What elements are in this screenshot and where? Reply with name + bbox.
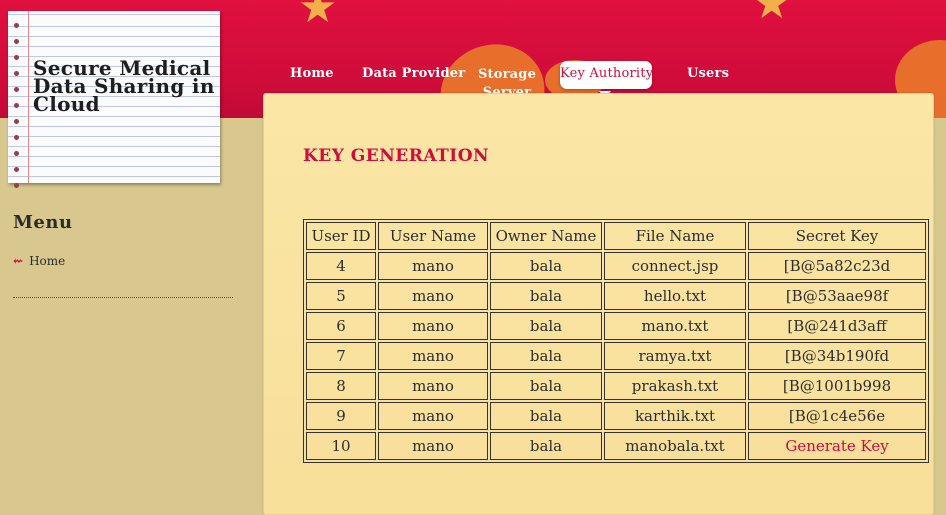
cell-user-id: 6: [306, 312, 376, 340]
sidebar-heading: Menu: [13, 212, 73, 233]
cell-file-name: ramya.txt: [604, 342, 746, 370]
cell-user-name: mano: [378, 252, 488, 280]
nav-home[interactable]: Home: [290, 66, 334, 81]
cell-secret-key: [B@1c4e56e: [748, 402, 926, 430]
cell-owner-name: bala: [490, 372, 602, 400]
cell-file-name: prakash.txt: [604, 372, 746, 400]
cell-user-name: mano: [378, 372, 488, 400]
double-arrow-icon: ⇜: [13, 254, 24, 268]
column-header: User ID: [306, 222, 376, 250]
cell-secret-key: [B@53aae98f: [748, 282, 926, 310]
cell-user-id: 7: [306, 342, 376, 370]
table-row: 10 mano bala manobala.txt Generate Key: [306, 432, 926, 460]
star-icon: ★: [298, 0, 338, 33]
cell-owner-name: bala: [490, 342, 602, 370]
generate-key-link[interactable]: Generate Key: [785, 437, 888, 455]
column-header: Owner Name: [490, 222, 602, 250]
note-margin-line: [28, 11, 29, 183]
cell-secret-key: [B@1001b998: [748, 372, 926, 400]
cell-secret-key: [B@34b190fd: [748, 342, 926, 370]
sidebar-divider: [13, 297, 233, 298]
cell-owner-name: bala: [490, 282, 602, 310]
table-row: 4 mano bala connect.jsp [B@5a82c23d: [306, 252, 926, 280]
cell-file-name: hello.txt: [604, 282, 746, 310]
cell-secret-key: Generate Key: [748, 432, 926, 460]
cell-file-name: connect.jsp: [604, 252, 746, 280]
page-title: KEY GENERATION: [303, 146, 490, 166]
cell-owner-name: bala: [490, 402, 602, 430]
column-header: User Name: [378, 222, 488, 250]
cell-file-name: manobala.txt: [604, 432, 746, 460]
table-row: 8 mano bala prakash.txt [B@1001b998: [306, 372, 926, 400]
column-header: Secret Key: [748, 222, 926, 250]
cell-secret-key: [B@241d3aff: [748, 312, 926, 340]
cell-file-name: karthik.txt: [604, 402, 746, 430]
note-binding-holes: [14, 23, 20, 199]
key-table: User ID User Name Owner Name File Name S…: [303, 219, 929, 463]
site-title: Secure Medical Data Sharing in Cloud: [33, 56, 215, 116]
table-row: 6 mano bala mano.txt [B@241d3aff: [306, 312, 926, 340]
cell-user-id: 5: [306, 282, 376, 310]
sidebar-item-label: Home: [29, 254, 66, 268]
cell-user-id: 8: [306, 372, 376, 400]
cell-user-name: mano: [378, 342, 488, 370]
sidebar-item-home[interactable]: ⇜ Home: [13, 254, 65, 268]
table-header-row: User ID User Name Owner Name File Name S…: [306, 222, 926, 250]
cell-owner-name: bala: [490, 312, 602, 340]
table-row: 5 mano bala hello.txt [B@53aae98f: [306, 282, 926, 310]
cell-user-id: 10: [306, 432, 376, 460]
star-icon: ★: [752, 0, 792, 29]
cell-owner-name: bala: [490, 432, 602, 460]
nav-users[interactable]: Users: [687, 66, 729, 81]
cell-user-name: mano: [378, 312, 488, 340]
cell-owner-name: bala: [490, 252, 602, 280]
cell-user-id: 9: [306, 402, 376, 430]
cell-file-name: mano.txt: [604, 312, 746, 340]
cell-secret-key: [B@5a82c23d: [748, 252, 926, 280]
nav-key-authority[interactable]: Key Authority: [560, 61, 653, 89]
cell-user-id: 4: [306, 252, 376, 280]
cell-user-name: mano: [378, 282, 488, 310]
column-header: File Name: [604, 222, 746, 250]
logo-note: Secure Medical Data Sharing in Cloud: [8, 11, 220, 188]
table-row: 9 mano bala karthik.txt [B@1c4e56e: [306, 402, 926, 430]
cell-user-name: mano: [378, 432, 488, 460]
table-row: 7 mano bala ramya.txt [B@34b190fd: [306, 342, 926, 370]
cell-user-name: mano: [378, 402, 488, 430]
nav-data-provider[interactable]: Data Provider: [362, 66, 465, 81]
